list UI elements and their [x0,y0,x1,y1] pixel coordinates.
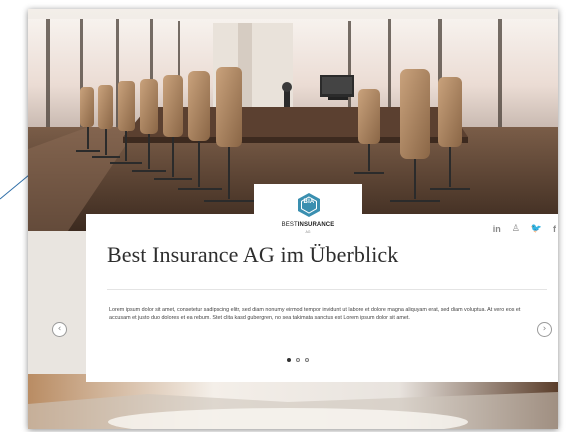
carousel-next-button[interactable]: › [537,322,552,337]
social-links: in ♙ 🐦 f [493,224,556,234]
brand-suffix: AG [305,230,311,234]
intro-text: Lorem ipsum dolor sit amet, consetetur s… [109,307,521,322]
website-screenshot-frame: in ♙ 🐦 f Best Insurance AG im Überblick … [28,9,558,429]
carousel-dot-2[interactable] [296,358,300,362]
hexagon-logo-icon: BIA [297,192,321,218]
title-divider [107,289,547,290]
xing-icon[interactable]: ♙ [512,224,520,234]
carousel-pagination [287,358,309,362]
carousel-prev-button[interactable]: ‹ [52,322,67,337]
carousel-dot-3[interactable] [305,358,309,362]
carousel-dot-1[interactable] [287,358,291,362]
brand-name: BESTINSURANCE [281,222,335,228]
lower-desk-image [28,374,558,429]
facebook-icon[interactable]: f [553,224,556,234]
brand-logo[interactable]: BIA BESTINSURANCE AG [254,184,362,244]
page-title: Best Insurance AG im Überblick [107,242,399,267]
linkedin-icon[interactable]: in [493,224,501,234]
twitter-icon[interactable]: 🐦 [531,224,542,234]
